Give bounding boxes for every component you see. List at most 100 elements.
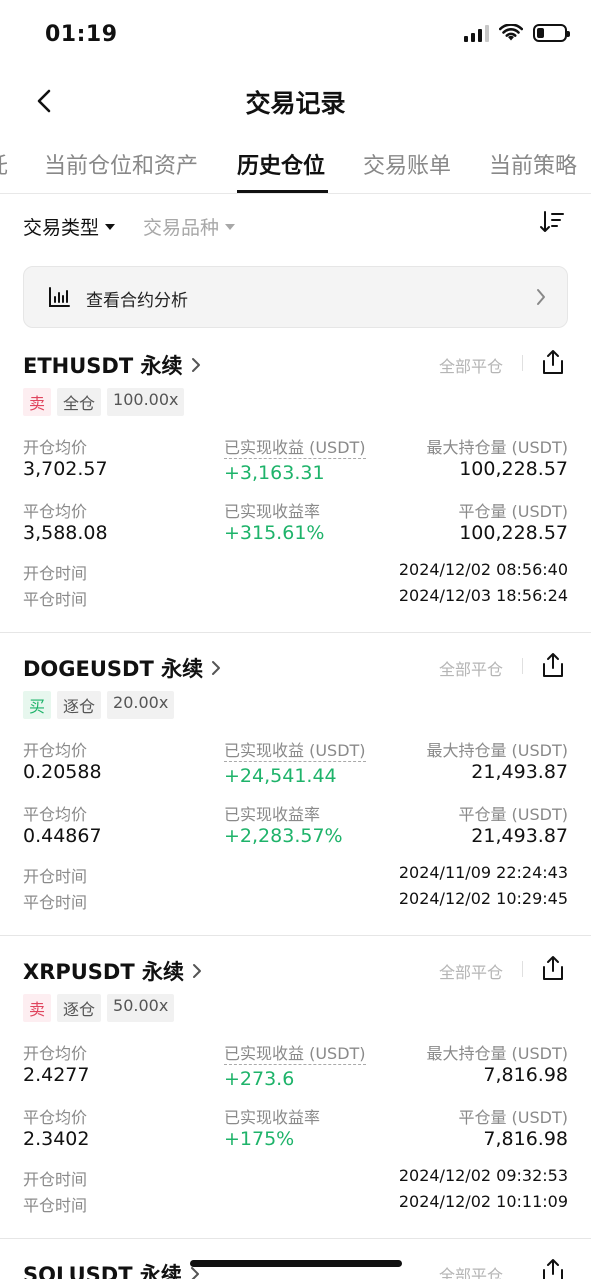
close-amount-value: 7,816.98 (483, 1128, 568, 1150)
caret-down-icon (105, 223, 116, 230)
max-position-value: 7,816.98 (483, 1064, 568, 1086)
bar-chart-icon (49, 287, 70, 307)
close-amount-value: 21,493.87 (471, 825, 568, 847)
status-time: 01:19 (45, 22, 118, 47)
close-all-button[interactable]: 全部平仓 (439, 353, 503, 377)
chevron-right-icon (191, 358, 200, 372)
close-all-button[interactable]: 全部平仓 (439, 1262, 503, 1279)
open-time-label: 开仓时间 (23, 1170, 88, 1189)
open-avg-value: 3,702.57 (23, 458, 108, 480)
share-icon[interactable] (540, 651, 566, 679)
position-symbol[interactable]: ETHUSDT 永续 (23, 350, 201, 380)
margin-badge: 逐仓 (57, 994, 102, 1022)
filter-bar: 交易类型 交易品种 (0, 205, 591, 249)
status-icons (464, 24, 570, 42)
position-card: DOGEUSDT 永续 全部平仓 买 逐仓 20.00x 开仓均价 0.2058… (0, 633, 591, 936)
realized-pnl-label[interactable]: 已实现收益 (USDT) (224, 1040, 366, 1065)
position-symbol-label: SOLUSDT 永续 (23, 1263, 182, 1279)
divider (522, 658, 523, 674)
sort-icon[interactable] (539, 209, 565, 237)
chevron-right-icon (537, 289, 545, 305)
trade-type-filter[interactable]: 交易类型 (23, 213, 116, 240)
tab-indicator (237, 190, 328, 193)
realized-rate-label: 已实现收益率 (224, 805, 321, 824)
position-tags: 卖 逐仓 50.00x (23, 994, 175, 1022)
open-avg-value: 2.4277 (23, 1064, 90, 1086)
position-tags: 卖 全仓 100.00x (23, 388, 185, 416)
position-card: XRPUSDT 永续 全部平仓 卖 逐仓 50.00x 开仓均价 2.4277 … (0, 936, 591, 1239)
max-position-value: 21,493.87 (471, 761, 568, 783)
close-time-value: 2024/12/02 10:29:45 (398, 889, 568, 908)
open-time-label: 开仓时间 (23, 867, 88, 886)
side-badge: 买 (23, 691, 52, 719)
cellular-signal-icon (464, 24, 489, 42)
home-indicator[interactable] (190, 1260, 402, 1267)
position-symbol-label: ETHUSDT 永续 (23, 354, 183, 378)
close-all-button[interactable]: 全部平仓 (439, 656, 503, 680)
realized-rate-value: +2,283.57% (224, 825, 343, 847)
tab-current-strategy[interactable]: 当前策略 (489, 148, 577, 180)
close-all-button[interactable]: 全部平仓 (439, 959, 503, 983)
position-card: ETHUSDT 永续 全部平仓 卖 全仓 100.00x 开仓均价 3,702.… (0, 330, 591, 633)
contract-analysis-banner[interactable]: 查看合约分析 (23, 266, 568, 328)
close-time-value: 2024/12/02 10:11:09 (398, 1192, 568, 1211)
open-time-label: 开仓时间 (23, 564, 88, 583)
tab-bar: 托 当前仓位和资产 历史仓位 交易账单 当前策略 (0, 140, 591, 194)
leverage-badge: 50.00x (107, 994, 175, 1022)
close-time-value: 2024/12/03 18:56:24 (398, 586, 568, 605)
open-time-value: 2024/12/02 08:56:40 (398, 560, 568, 579)
open-time-value: 2024/11/09 22:24:43 (398, 863, 568, 882)
tab-history-positions[interactable]: 历史仓位 (237, 148, 325, 180)
close-avg-label: 平仓均价 (23, 502, 88, 521)
realized-pnl-value: +3,163.31 (224, 462, 325, 484)
close-avg-label: 平仓均价 (23, 1108, 88, 1127)
side-badge: 卖 (23, 994, 52, 1022)
realized-rate-value: +315.61% (224, 522, 325, 544)
tab-partial-left[interactable]: 托 (0, 148, 8, 180)
position-symbol-label: DOGEUSDT 永续 (23, 657, 204, 681)
realized-pnl-label[interactable]: 已实现收益 (USDT) (224, 434, 366, 459)
open-avg-value: 0.20588 (23, 761, 102, 783)
page-title: 交易记录 (245, 89, 346, 118)
wifi-icon (499, 24, 523, 41)
battery-icon (533, 24, 570, 42)
position-symbol[interactable]: DOGEUSDT 永续 (23, 653, 221, 683)
realized-rate-label: 已实现收益率 (224, 502, 321, 521)
header: 交易记录 (0, 70, 591, 130)
open-avg-label: 开仓均价 (23, 741, 88, 760)
caret-down-icon (225, 223, 236, 230)
share-icon[interactable] (540, 348, 566, 376)
trade-symbol-filter[interactable]: 交易品种 (143, 213, 236, 240)
side-badge: 卖 (23, 388, 52, 416)
tab-current-positions[interactable]: 当前仓位和资产 (44, 148, 198, 180)
close-avg-value: 2.3402 (23, 1128, 90, 1150)
realized-rate-label: 已实现收益率 (224, 1108, 321, 1127)
divider (522, 961, 523, 977)
close-avg-value: 0.44867 (23, 825, 102, 847)
position-symbol[interactable]: SOLUSDT 永续 (23, 1259, 200, 1279)
realized-pnl-value: +273.6 (224, 1068, 295, 1090)
chevron-right-icon (212, 661, 221, 675)
divider (522, 355, 523, 371)
close-avg-label: 平仓均价 (23, 805, 88, 824)
max-position-label: 最大持仓量 (USDT) (426, 438, 568, 457)
close-amount-label: 平仓量 (USDT) (458, 502, 568, 521)
close-time-label: 平仓时间 (23, 590, 88, 609)
position-symbol-label: XRPUSDT 永续 (23, 960, 184, 984)
max-position-label: 最大持仓量 (USDT) (426, 1044, 568, 1063)
leverage-badge: 100.00x (107, 388, 185, 416)
close-amount-value: 100,228.57 (459, 522, 568, 544)
position-card: SOLUSDT 永续 全部平仓 (0, 1239, 591, 1279)
close-amount-label: 平仓量 (USDT) (458, 1108, 568, 1127)
position-symbol[interactable]: XRPUSDT 永续 (23, 956, 202, 986)
trade-type-label: 交易类型 (23, 217, 100, 239)
share-icon[interactable] (540, 1257, 566, 1279)
trade-symbol-label: 交易品种 (143, 217, 220, 239)
chevron-right-icon (190, 1267, 199, 1279)
tab-trade-bills[interactable]: 交易账单 (363, 148, 451, 180)
margin-badge: 全仓 (57, 388, 102, 416)
max-position-label: 最大持仓量 (USDT) (426, 741, 568, 760)
share-icon[interactable] (540, 954, 566, 982)
realized-pnl-label[interactable]: 已实现收益 (USDT) (224, 737, 366, 762)
realized-pnl-value: +24,541.44 (224, 765, 337, 787)
